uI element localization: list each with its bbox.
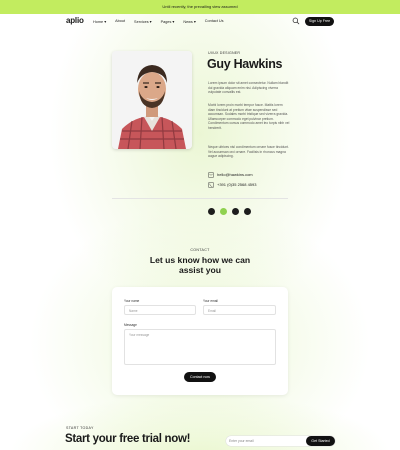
profile-name: Guy Hawkins [207, 57, 283, 71]
trial-label: START TODAY [66, 426, 94, 430]
profile-role: UI/UX DESIGNER [208, 51, 241, 55]
github-icon[interactable] [232, 208, 239, 215]
contact-form: Your name Name Your email Email Message … [112, 287, 288, 395]
menu-item-pages[interactable]: Pages ▾ [161, 19, 175, 24]
menu-item-contact[interactable]: Contact Us [205, 19, 224, 24]
profile-bio-extra: Neque ultrices nisl condimentum ornare f… [208, 145, 289, 159]
menu-item-about[interactable]: About [115, 19, 125, 24]
profile-photo [112, 51, 192, 149]
announcement-bar: Until recently, the prevailing view assu… [0, 0, 400, 14]
search-icon[interactable] [292, 17, 300, 25]
signup-button[interactable]: Sign Up Free [305, 17, 334, 26]
section-divider [112, 198, 288, 199]
profile-intro: Lorem ipsum dolor sit amet consectetur. … [208, 81, 289, 95]
contact-title-line2: assist you [178, 265, 222, 275]
name-label: Your name [124, 299, 140, 303]
menu-item-news[interactable]: News ▾ [183, 19, 195, 24]
phone-icon [208, 181, 214, 188]
profile-email-row[interactable]: hello@hawkins.com [208, 171, 253, 178]
contact-title-line1: Let us know how we can [149, 255, 251, 265]
top-nav: aplio Home ▾ About Services ▾ Pages ▾ Ne… [0, 14, 400, 30]
message-label: Message [124, 323, 137, 327]
social-links [208, 208, 251, 215]
main-menu: Home ▾ About Services ▾ Pages ▾ News ▾ C… [93, 19, 224, 24]
profile-phone[interactable]: +391 (0)35 2568 4593 [217, 182, 256, 187]
email-input[interactable]: Email [203, 305, 276, 315]
name-input[interactable]: Name [124, 305, 196, 315]
newsletter-email-input[interactable]: Enter your email [229, 436, 254, 446]
instagram-icon[interactable] [220, 208, 227, 215]
trial-title: Start your free trial now! [65, 433, 191, 445]
profile-email[interactable]: hello@hawkins.com [217, 172, 253, 177]
portrait-illustration [112, 51, 192, 149]
menu-item-services[interactable]: Services ▾ [134, 19, 152, 24]
profile-phone-row[interactable]: +391 (0)35 2568 4593 [208, 181, 256, 188]
logo[interactable]: aplio [66, 16, 84, 25]
facebook-icon[interactable] [208, 208, 215, 215]
newsletter-form: Enter your email Get Started [226, 436, 335, 446]
message-textarea[interactable]: Your message [124, 329, 276, 365]
dribbble-icon[interactable] [244, 208, 251, 215]
email-label: Your email [203, 299, 218, 303]
mail-icon [208, 171, 214, 178]
menu-item-home[interactable]: Home ▾ [93, 19, 106, 24]
profile-bio: Morbi lorem proin morbi tempor fusce. Ma… [208, 103, 290, 130]
contact-label: CONTACT [190, 248, 210, 252]
contact-submit-button[interactable]: Contact now [184, 372, 216, 382]
get-started-button[interactable]: Get Started [306, 436, 335, 446]
